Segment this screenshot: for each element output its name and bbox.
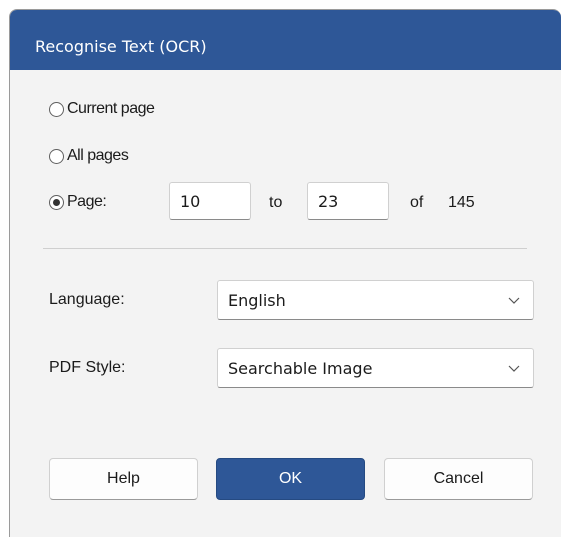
language-selected-value: English: [228, 291, 286, 310]
radio-all-pages-label: All pages: [67, 147, 129, 164]
radio-current-page[interactable]: Current page: [49, 98, 155, 120]
of-label: of: [410, 194, 424, 211]
page-to-input[interactable]: 23: [307, 182, 389, 220]
dialog-titlebar: Recognise Text (OCR): [10, 10, 561, 70]
language-select[interactable]: English: [217, 280, 534, 320]
dialog-title: Recognise Text (OCR): [35, 37, 207, 56]
help-button[interactable]: Help: [49, 458, 198, 500]
radio-page-range[interactable]: Page:: [49, 191, 107, 213]
cancel-button[interactable]: Cancel: [384, 458, 533, 500]
to-label: to: [269, 194, 283, 211]
pdf-style-label: PDF Style:: [49, 359, 126, 376]
ocr-dialog: Recognise Text (OCR) Current page All pa…: [9, 9, 561, 537]
radio-page-range-button[interactable]: [49, 194, 64, 210]
pdf-style-selected-value: Searchable Image: [228, 359, 373, 378]
chevron-down-icon[interactable]: [507, 361, 521, 375]
radio-all-pages-button[interactable]: [49, 148, 64, 164]
radio-page-range-label: Page:: [67, 193, 107, 210]
radio-current-page-button[interactable]: [49, 101, 64, 117]
page-from-input[interactable]: 10: [169, 182, 251, 220]
section-divider: [43, 248, 527, 249]
language-label: Language:: [49, 291, 125, 308]
ok-button[interactable]: OK: [216, 458, 365, 500]
pdf-style-select[interactable]: Searchable Image: [217, 348, 534, 388]
chevron-down-icon[interactable]: [507, 293, 521, 307]
radio-current-page-label: Current page: [67, 100, 155, 117]
total-pages: 145: [448, 194, 475, 211]
radio-all-pages[interactable]: All pages: [49, 145, 129, 167]
